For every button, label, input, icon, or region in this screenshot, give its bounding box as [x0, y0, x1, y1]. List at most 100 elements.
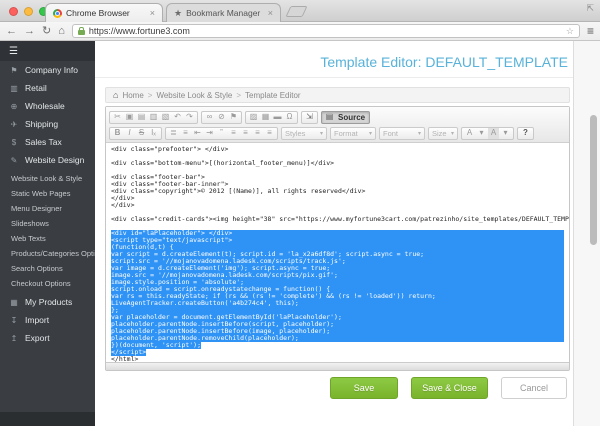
sidebar-item-shipping[interactable]: ✈ Shipping	[0, 115, 95, 133]
editor-toolbar: ✂ ▣ ▤ ▥ ▧ ↶ ↷ ∞ ⊘ ⚑	[106, 107, 569, 143]
cancel-button[interactable]: Cancel	[501, 377, 567, 399]
source-code-textarea[interactable]: <div class="prefooter"> </div><div class…	[106, 143, 569, 362]
format-dropdown[interactable]: Format ▾	[330, 127, 376, 140]
chevron-down-icon: ▾	[476, 128, 487, 139]
blockquote-icon[interactable]: ”	[216, 128, 227, 139]
source-label: Source	[336, 113, 367, 122]
horizontal-rule-icon[interactable]: ▬	[272, 112, 283, 123]
scrollbar-thumb[interactable]	[590, 115, 597, 245]
strikethrough-icon[interactable]: S	[136, 128, 147, 139]
paste-text-icon[interactable]: ▥	[148, 112, 159, 123]
align-right-icon[interactable]: ≡	[252, 128, 263, 139]
tab-title: Bookmark Manager	[186, 8, 260, 18]
undo-icon[interactable]: ↶	[172, 112, 183, 123]
url-text: https://www.fortune3.com	[89, 26, 190, 36]
sidebar-footer	[0, 412, 95, 426]
download-icon: ↧	[9, 316, 19, 325]
sidebar-item-website-design[interactable]: ✎ Website Design	[0, 151, 95, 169]
reload-icon[interactable]: ↻	[42, 26, 51, 37]
close-window-button[interactable]	[9, 7, 18, 16]
sidebar-subitem[interactable]: Static Web Pages	[0, 186, 95, 201]
browser-menu-icon[interactable]: ≡	[587, 25, 594, 37]
sidebar-item-wholesale[interactable]: ⊕ Wholesale	[0, 97, 95, 115]
basket-icon: ▥	[9, 84, 19, 93]
browser-window: Chrome Browser × ★ Bookmark Manager × ⇱ …	[0, 0, 600, 426]
numbered-list-icon[interactable]: ≣	[168, 128, 179, 139]
special-char-icon[interactable]: Ω	[284, 112, 295, 123]
bold-icon[interactable]: B	[112, 128, 123, 139]
tab-chrome-browser[interactable]: Chrome Browser ×	[45, 3, 163, 22]
sidebar-subitem[interactable]: Slideshows	[0, 216, 95, 231]
breadcrumb-website-look-style[interactable]: Website Look & Style	[156, 91, 232, 100]
code-line: </div>	[111, 202, 564, 209]
image-icon[interactable]: ▨	[248, 112, 259, 123]
chevron-down-icon: ▾	[451, 130, 454, 137]
sidebar-item-label: Retail	[25, 83, 47, 93]
bg-color-icon[interactable]: A	[488, 128, 499, 139]
tab-bookmark-manager[interactable]: ★ Bookmark Manager ×	[166, 3, 281, 22]
chrome-icon	[53, 9, 62, 18]
text-color-icon[interactable]: A	[464, 128, 475, 139]
page-scrollbar-track[interactable]	[573, 41, 600, 426]
sidebar-item-company-info[interactable]: ⚑ Company Info	[0, 61, 95, 79]
align-justify-icon[interactable]: ≡	[264, 128, 275, 139]
bookmark-star-icon[interactable]: ☆	[566, 26, 574, 37]
sidebar-item-label: Sales Tax	[25, 137, 62, 147]
sidebar-subitem[interactable]: Search Options	[0, 261, 95, 276]
remove-format-icon[interactable]: Iₓ	[148, 128, 159, 139]
pencil-icon: ✎	[9, 156, 19, 165]
maximize-icon[interactable]: ⇲	[304, 112, 315, 123]
italic-icon[interactable]: I	[124, 128, 135, 139]
back-icon[interactable]: ←	[6, 26, 17, 37]
expand-window-icon[interactable]: ⇱	[586, 3, 594, 14]
new-tab-button[interactable]	[285, 6, 307, 17]
link-icon[interactable]: ∞	[204, 112, 215, 123]
close-tab-icon[interactable]: ×	[150, 9, 155, 18]
breadcrumb-home[interactable]: Home	[122, 91, 143, 100]
sidebar-subitem[interactable]: Website Look & Style	[0, 171, 95, 186]
code-line: <div class="bottom-menu">[(horizontal_fo…	[111, 160, 564, 167]
home-icon: ⌂	[113, 90, 118, 100]
sidebar-item-import[interactable]: ↧ Import	[0, 311, 95, 329]
code-line: <div class="credit-cards"><img height="3…	[111, 216, 564, 223]
forward-icon[interactable]: →	[24, 26, 35, 37]
font-dropdown[interactable]: Font ▾	[379, 127, 425, 140]
upload-icon: ↥	[9, 334, 19, 343]
source-button[interactable]: ▤ Source	[321, 111, 370, 124]
home-icon[interactable]: ⌂	[58, 26, 65, 37]
size-dropdown[interactable]: Size ▾	[428, 127, 458, 140]
chevron-down-icon: ▾	[500, 128, 511, 139]
save-and-close-button[interactable]: Save & Close	[411, 377, 488, 399]
styles-dropdown[interactable]: Styles ▾	[281, 127, 327, 140]
sidebar-item-sales-tax[interactable]: $ Sales Tax	[0, 133, 95, 151]
sidebar-subitem[interactable]: Products/Categories Options	[0, 246, 95, 261]
close-tab-icon[interactable]: ×	[268, 9, 273, 18]
sidebar-item-my-products[interactable]: ▦ My Products	[0, 293, 95, 311]
unlink-icon[interactable]: ⊘	[216, 112, 227, 123]
about-icon[interactable]: ?	[520, 128, 531, 139]
outdent-icon[interactable]: ⇤	[192, 128, 203, 139]
anchor-icon[interactable]: ⚑	[228, 112, 239, 123]
indent-icon[interactable]: ⇥	[204, 128, 215, 139]
table-icon[interactable]: ▦	[260, 112, 271, 123]
align-center-icon[interactable]: ≡	[240, 128, 251, 139]
minimize-window-button[interactable]	[24, 7, 33, 16]
align-left-icon[interactable]: ≡	[228, 128, 239, 139]
sidebar-menu-toggle[interactable]: ☰	[0, 41, 95, 61]
sidebar-item-label: Shipping	[25, 119, 58, 129]
paste-icon[interactable]: ▤	[136, 112, 147, 123]
copy-icon[interactable]: ▣	[124, 112, 135, 123]
redo-icon[interactable]: ↷	[184, 112, 195, 123]
save-button[interactable]: Save	[330, 377, 398, 399]
sidebar-item-retail[interactable]: ▥ Retail	[0, 79, 95, 97]
bullet-list-icon[interactable]: ≡	[180, 128, 191, 139]
sidebar-item-export[interactable]: ↥ Export	[0, 329, 95, 347]
paste-word-icon[interactable]: ▧	[160, 112, 171, 123]
url-input[interactable]: https://www.fortune3.com ☆	[72, 24, 580, 38]
sidebar-subitem[interactable]: Checkout Options	[0, 276, 95, 291]
cut-icon[interactable]: ✂	[112, 112, 123, 123]
breadcrumb-template-editor: Template Editor	[245, 91, 301, 100]
editor-resize-bar[interactable]	[106, 362, 569, 370]
sidebar-subitem[interactable]: Web Texts	[0, 231, 95, 246]
sidebar-subitem[interactable]: Menu Designer	[0, 201, 95, 216]
